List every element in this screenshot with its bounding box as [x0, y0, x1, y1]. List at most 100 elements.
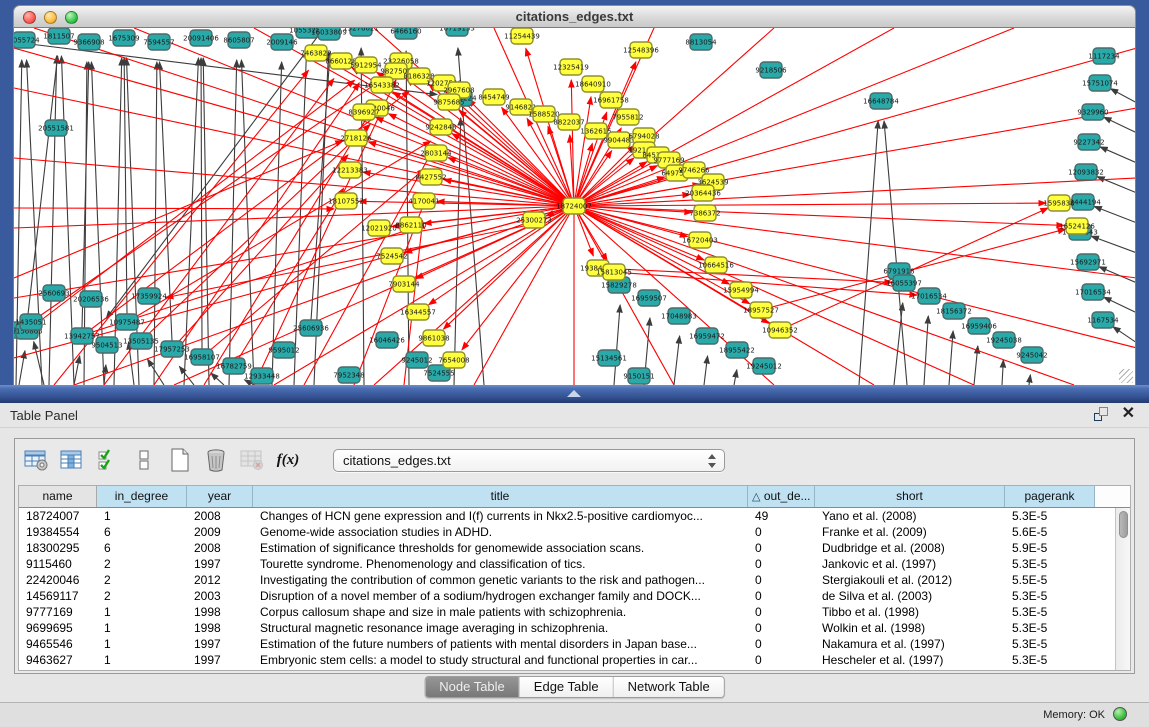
table-cell: 0 — [748, 620, 815, 636]
close-panel-icon[interactable]: ✕ — [1122, 407, 1135, 421]
table-cell: 1997 — [187, 556, 253, 572]
table-row[interactable]: 1456911722003Disruption of a novel membe… — [19, 588, 1130, 604]
table-cell: Genome-wide association studies in ADHD. — [253, 524, 748, 540]
table-select-dropdown[interactable]: citations_edges.txt — [333, 449, 725, 472]
table-cell: 0 — [748, 572, 815, 588]
svg-text:19245012: 19245012 — [746, 363, 782, 371]
svg-text:6794028: 6794028 — [628, 133, 659, 141]
svg-text:17359924: 17359924 — [131, 293, 167, 301]
network-window-titlebar[interactable]: citations_edges.txt — [13, 5, 1136, 28]
tab-node-table[interactable]: Node Table — [425, 677, 520, 697]
table-cell: Corpus callosum shape and size in male p… — [253, 604, 748, 620]
tab-network-table[interactable]: Network Table — [614, 677, 724, 697]
svg-text:2009146: 2009146 — [266, 39, 298, 47]
table-row[interactable]: 946554611997Estimation of the future num… — [19, 636, 1130, 652]
svg-text:20091406: 20091406 — [183, 35, 219, 43]
table-cell: 18300295 — [19, 540, 97, 556]
table-vertical-scrollbar[interactable] — [1115, 508, 1130, 670]
svg-text:8427552: 8427552 — [415, 174, 446, 182]
svg-text:10719133: 10719133 — [439, 28, 475, 33]
svg-text:1588520: 1588520 — [528, 111, 559, 119]
svg-text:16959472: 16959472 — [689, 333, 725, 341]
table-row[interactable]: 977716911998Corpus callosum shape and si… — [19, 604, 1130, 620]
svg-text:15751074: 15751074 — [1082, 80, 1118, 88]
svg-text:12021920: 12021920 — [361, 225, 397, 233]
column-header-pagerank[interactable]: pagerank — [1005, 486, 1095, 507]
table-cell: 5.3E-5 — [1005, 620, 1095, 636]
table-cell: Embryonic stem cells: a model to study s… — [253, 652, 748, 668]
svg-text:17016534: 17016534 — [1075, 289, 1111, 297]
float-panel-icon[interactable] — [1094, 407, 1108, 421]
table-cell: 9699695 — [19, 620, 97, 636]
column-header-year[interactable]: year — [187, 486, 253, 507]
column-header-in-degree[interactable]: in_degree — [97, 486, 187, 507]
table-row[interactable]: 911546021997Tourette syndrome. Phenomeno… — [19, 556, 1130, 572]
window-resize-grip[interactable] — [1119, 369, 1133, 383]
svg-text:1811507: 1811507 — [43, 33, 74, 41]
column-header-title[interactable]: title — [253, 486, 748, 507]
svg-text:1675309: 1675309 — [108, 35, 139, 43]
table-cell: 1 — [97, 508, 187, 524]
memory-status-label: Memory: OK — [1043, 709, 1105, 721]
table-cell: 5.9E-5 — [1005, 540, 1095, 556]
table-cell: 0 — [748, 652, 815, 668]
select-all-icon[interactable] — [95, 447, 121, 473]
network-canvas-svg: 2055724181150793669081675309759455720091… — [14, 28, 1136, 385]
svg-text:18640910: 18640910 — [575, 81, 611, 89]
table-panel-title: Table Panel — [10, 408, 78, 423]
table-cell: 9465546 — [19, 636, 97, 652]
svg-text:16961758: 16961758 — [593, 97, 629, 105]
table-cell: Tibbo et al. (1998) — [815, 604, 1005, 620]
show-columns-icon[interactable] — [59, 447, 85, 473]
function-builder-icon[interactable]: f(x) — [275, 447, 301, 473]
svg-text:13942757: 13942757 — [64, 333, 100, 341]
divider-collapse-notch[interactable] — [567, 390, 581, 397]
delete-table-icon[interactable] — [203, 447, 229, 473]
column-header-name[interactable]: name — [19, 486, 97, 507]
table-toolbar: f(x) citations_edges.txt — [15, 439, 1134, 481]
new-table-icon[interactable] — [167, 447, 193, 473]
table-row[interactable]: 2242004622012Investigating the contribut… — [19, 572, 1130, 588]
table-cell: Nakamura et al. (1997) — [815, 636, 1005, 652]
table-select-value: citations_edges.txt — [343, 453, 451, 468]
table-cell: Changes of HCN gene expression and I(f) … — [253, 508, 748, 524]
svg-text:8813054: 8813054 — [685, 39, 717, 47]
svg-text:12933448: 12933448 — [244, 373, 280, 381]
svg-text:19245038: 19245038 — [986, 337, 1022, 345]
table-settings-icon[interactable] — [23, 447, 49, 473]
table-cell: 6 — [97, 524, 187, 540]
table-cell: 1 — [97, 652, 187, 668]
table-cell: 5.5E-5 — [1005, 572, 1095, 588]
column-header-short[interactable]: short — [815, 486, 1005, 507]
network-window-title: citations_edges.txt — [14, 9, 1135, 24]
svg-text:12548396: 12548396 — [623, 47, 659, 55]
table-cell: 5.3E-5 — [1005, 556, 1095, 572]
svg-text:15134561: 15134561 — [591, 355, 627, 363]
table-row[interactable]: 969969511998Structural magnetic resonanc… — [19, 620, 1130, 636]
network-canvas[interactable]: 2055724181150793669081675309759455720091… — [13, 28, 1136, 385]
svg-text:25606936: 25606936 — [293, 325, 329, 333]
svg-text:4170041: 4170041 — [408, 198, 439, 206]
svg-text:7903144: 7903144 — [388, 281, 420, 289]
svg-text:7463822: 7463822 — [300, 50, 331, 58]
clear-selection-icon[interactable] — [131, 447, 157, 473]
table-row[interactable]: 1938455462009Genome-wide association stu… — [19, 524, 1130, 540]
scrollbar-thumb[interactable] — [1119, 511, 1128, 538]
table-row[interactable]: 1872400712008Changes of HCN gene express… — [19, 508, 1130, 524]
svg-text:8454749: 8454749 — [478, 94, 509, 102]
column-header-filler — [1095, 486, 1130, 507]
table-row[interactable]: 1830029562008Estimation of significance … — [19, 540, 1130, 556]
column-header-out-degree[interactable]: △ out_de... — [748, 486, 815, 507]
svg-text:16055397: 16055397 — [886, 280, 922, 288]
table-cell: 5.3E-5 — [1005, 508, 1095, 524]
svg-text:9746266: 9746266 — [678, 167, 710, 175]
tab-edge-table[interactable]: Edge Table — [520, 677, 614, 697]
table-cell: 2 — [97, 588, 187, 604]
table-cell: 1 — [97, 620, 187, 636]
svg-text:10975487: 10975487 — [109, 319, 145, 327]
svg-text:7524542: 7524542 — [376, 253, 407, 261]
table-tabs: Node Table Edge Table Network Table — [424, 676, 725, 698]
table-cell: Franke et al. (2009) — [815, 524, 1005, 540]
table-row[interactable]: 946362711997Embryonic stem cells: a mode… — [19, 652, 1130, 668]
split-pane-divider[interactable] — [0, 385, 1149, 403]
